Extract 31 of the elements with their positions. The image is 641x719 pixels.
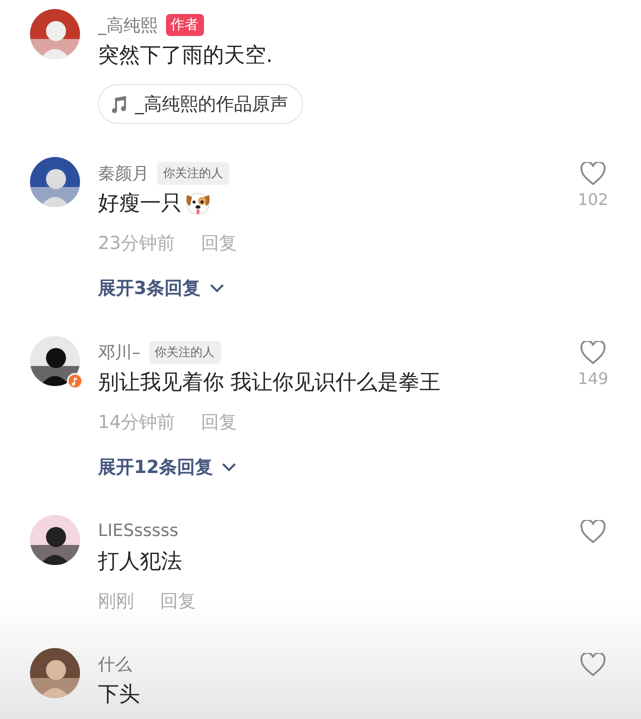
comment-time: 刚刚 [98,590,134,613]
like-button[interactable] [580,520,606,544]
like-button[interactable] [580,162,606,186]
comment-time: 14分钟前 [98,411,175,434]
user-name[interactable]: LIESsssss [98,521,178,541]
following-tag: 你关注的人 [157,162,229,184]
reply-link[interactable]: 回复 [200,410,237,434]
comment-text: 好瘦一只 [98,190,182,217]
user-name[interactable]: 秦颜月 [98,162,149,184]
chevron-down-icon [221,462,238,472]
chevron-down-icon [208,283,225,293]
like-count: 149 [578,369,608,388]
original-sound-chip[interactable]: _高纯熙的作品原声 [98,84,303,124]
like-button[interactable] [580,341,606,365]
comment-text: 下头 [98,681,140,708]
comment-time: 23分钟前 [98,232,175,255]
author-tag: 作者 [166,14,204,36]
music-note-icon [109,94,129,114]
expand-replies-link[interactable]: 展开3条回复 [98,268,225,308]
user-name[interactable]: 什么 [98,652,132,676]
user-name[interactable]: _高纯熙 [98,14,158,36]
like-count: 102 [578,190,608,209]
reply-link[interactable]: 回复 [160,589,196,613]
like-button[interactable] [580,653,606,677]
comment-text: 打人犯法 [98,548,182,575]
comment-text: 突然下了雨的天空. [98,42,273,69]
following-tag: 你关注的人 [148,340,220,364]
user-name[interactable]: 邓川– [98,340,140,364]
reply-link[interactable]: 回复 [200,231,237,255]
expand-replies-link[interactable]: 展开12条回复 [98,447,238,487]
comment-text: 别让我见着你 我让你见识什么是拳王 [98,369,441,396]
